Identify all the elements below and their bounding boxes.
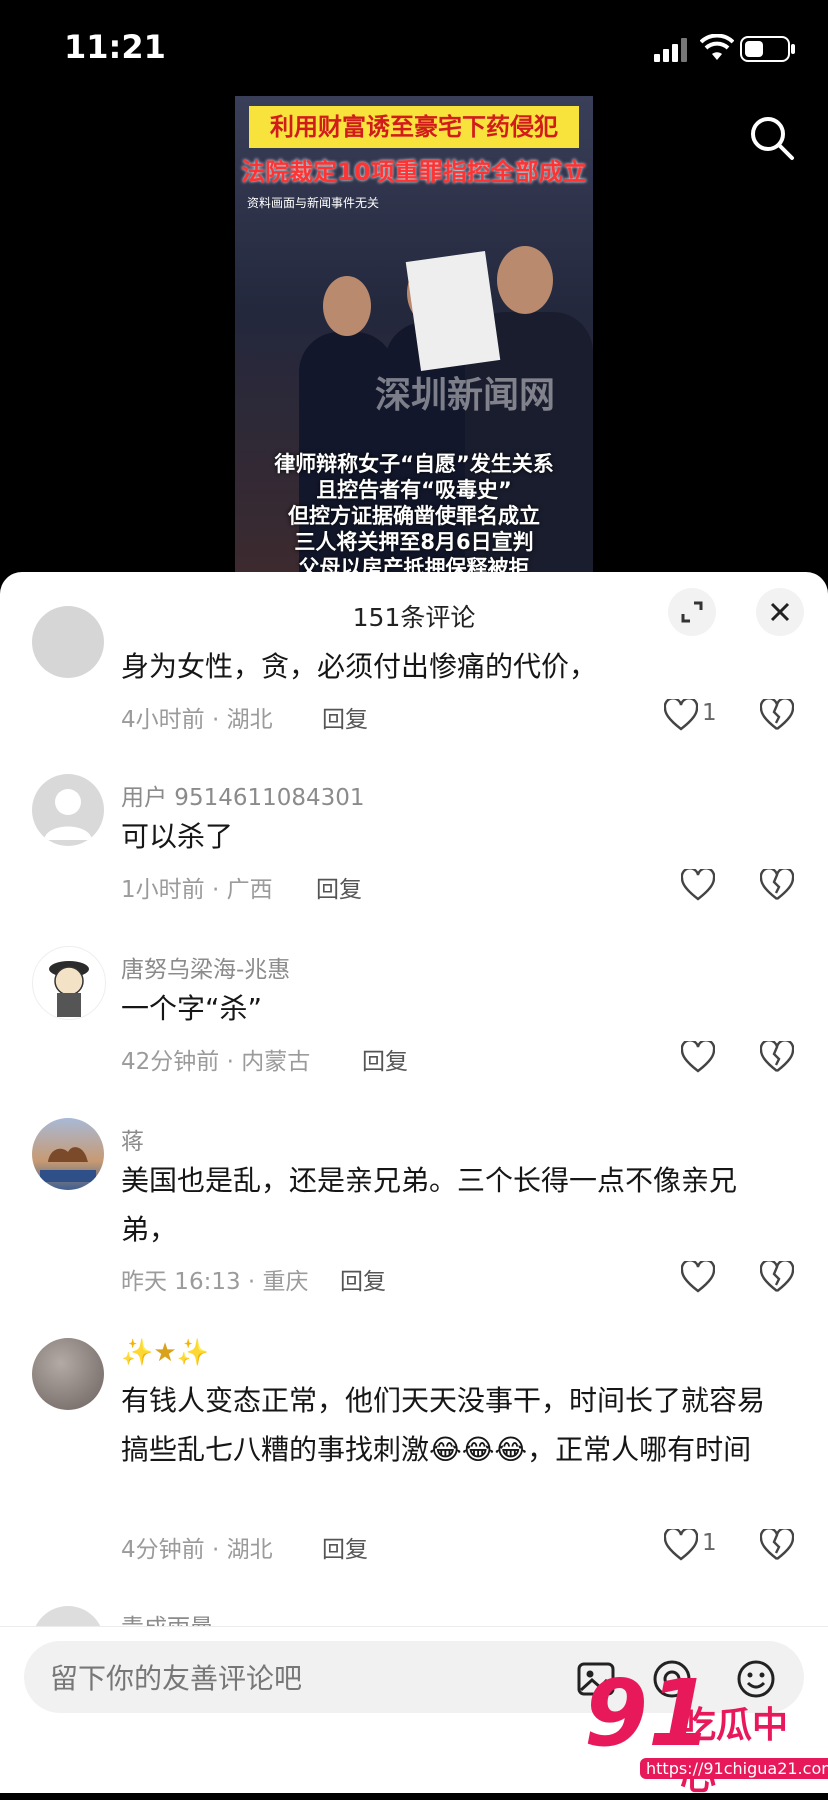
avatar[interactable] — [32, 1118, 104, 1190]
default-user-avatar-icon — [44, 789, 92, 840]
comment-meta: 4小时前 · 湖北 — [121, 707, 273, 733]
video-figure-head — [323, 276, 371, 336]
broken-heart-icon[interactable] — [760, 869, 794, 901]
battery-icon — [740, 36, 795, 62]
video-document — [405, 250, 501, 372]
heart-icon[interactable] — [681, 1261, 715, 1293]
avatar[interactable] — [32, 774, 104, 846]
avatar[interactable] — [32, 1338, 104, 1410]
comment-meta: 42分钟前 · 内蒙古 — [121, 1049, 311, 1075]
comment-text: 身为女性，贪，必须付出惨痛的代价， — [121, 650, 598, 683]
comment-text: 可以杀了 — [121, 820, 234, 853]
close-button[interactable] — [756, 588, 804, 636]
avatar[interactable] — [32, 946, 106, 1020]
reply-button[interactable]: 回复 — [362, 1042, 408, 1076]
comment-location: 广西 — [226, 877, 273, 903]
video-subtitle: 父母以房产抵押保释被拒 — [298, 556, 530, 572]
video-watermark: 深圳新闻网 — [375, 375, 556, 416]
camel-avatar-icon — [40, 1147, 96, 1182]
broken-heart-icon[interactable] — [760, 1041, 794, 1073]
comment-username[interactable]: 唐努乌梁海-兆惠 — [121, 950, 290, 984]
comment-text: 一个字“杀” — [121, 992, 263, 1025]
comment-meta: 昨天 16:13 · 重庆 — [121, 1269, 309, 1295]
comment-time: 4分钟前 — [121, 1537, 205, 1563]
comment-time: 昨天 16:13 — [121, 1269, 241, 1295]
comment-location: 湖北 — [226, 707, 273, 733]
comment-meta: 1小时前 · 广西 — [121, 877, 273, 903]
site-watermark-logo: 91 吃瓜中心 https://91chigua21.com — [584, 1666, 828, 1798]
reply-button[interactable]: 回复 — [322, 1530, 368, 1564]
comment-meta: 4分钟前 · 湖北 — [121, 1537, 273, 1563]
comment-username[interactable]: 用户 9514611084301 — [121, 778, 365, 812]
comment-input[interactable] — [48, 1655, 552, 1701]
close-icon — [770, 602, 790, 622]
cartoon-avatar-icon — [49, 961, 89, 1017]
heart-icon[interactable] — [681, 869, 715, 901]
comment-time: 4小时前 — [121, 707, 205, 733]
comment-time: 42分钟前 — [121, 1049, 220, 1075]
status-time: 11:21 — [64, 28, 166, 66]
expand-button[interactable] — [668, 588, 716, 636]
heart-icon[interactable] — [664, 1529, 698, 1561]
avatar[interactable] — [32, 606, 104, 678]
logo-text: 吃瓜中心 — [680, 1705, 789, 1798]
like-count: 1 — [702, 1530, 717, 1556]
search-icon[interactable] — [748, 114, 796, 162]
broken-heart-icon[interactable] — [760, 1261, 794, 1293]
broken-heart-icon[interactable] — [760, 1529, 794, 1561]
video-headline-1: 利用财富诱至豪宅下药侵犯 — [249, 106, 579, 148]
video-player[interactable]: 利用财富诱至豪宅下药侵犯 法院裁定10项重罪指控全部成立 资料画面与新闻事件无关… — [235, 96, 593, 572]
reply-button[interactable]: 回复 — [340, 1262, 386, 1296]
comment-location: 湖北 — [226, 1537, 273, 1563]
video-figure-head — [497, 246, 553, 314]
comment-text: 美国也是乱，还是亲兄弟。三个长得一点不像亲兄弟， — [121, 1164, 738, 1246]
expand-icon — [681, 601, 703, 623]
reply-button[interactable]: 回复 — [322, 700, 368, 734]
status-bar: 11:21 — [0, 0, 828, 96]
comment-location: 内蒙古 — [241, 1049, 311, 1075]
heart-icon[interactable] — [681, 1041, 715, 1073]
like-count: 1 — [702, 700, 717, 726]
cellular-signal-icon — [654, 38, 687, 62]
comment-location: 重庆 — [262, 1269, 309, 1295]
comments-sheet: 151条评论 身为女性，贪，必须付出惨痛的代价， 4小时前 · 湖北 回复 1 — [0, 572, 828, 1792]
comment-text: 有钱人变态正常，他们天天没事干，时间长了就容易搞些乱七八糟的事找刺激😂😂😂，正常… — [121, 1384, 766, 1466]
comment-username[interactable]: ✨★✨ — [121, 1338, 209, 1368]
reply-button[interactable]: 回复 — [316, 870, 362, 904]
comment-username[interactable]: 蒋 — [121, 1122, 144, 1156]
comment-time: 1小时前 — [121, 877, 205, 903]
video-headline-2: 法院裁定10项重罪指控全部成立 — [241, 158, 587, 186]
heart-icon[interactable] — [664, 699, 698, 731]
video-note: 资料画面与新闻事件无关 — [247, 196, 380, 210]
broken-heart-icon[interactable] — [760, 699, 794, 731]
wifi-icon — [700, 34, 734, 60]
logo-url: https://91chigua21.com — [640, 1758, 828, 1779]
